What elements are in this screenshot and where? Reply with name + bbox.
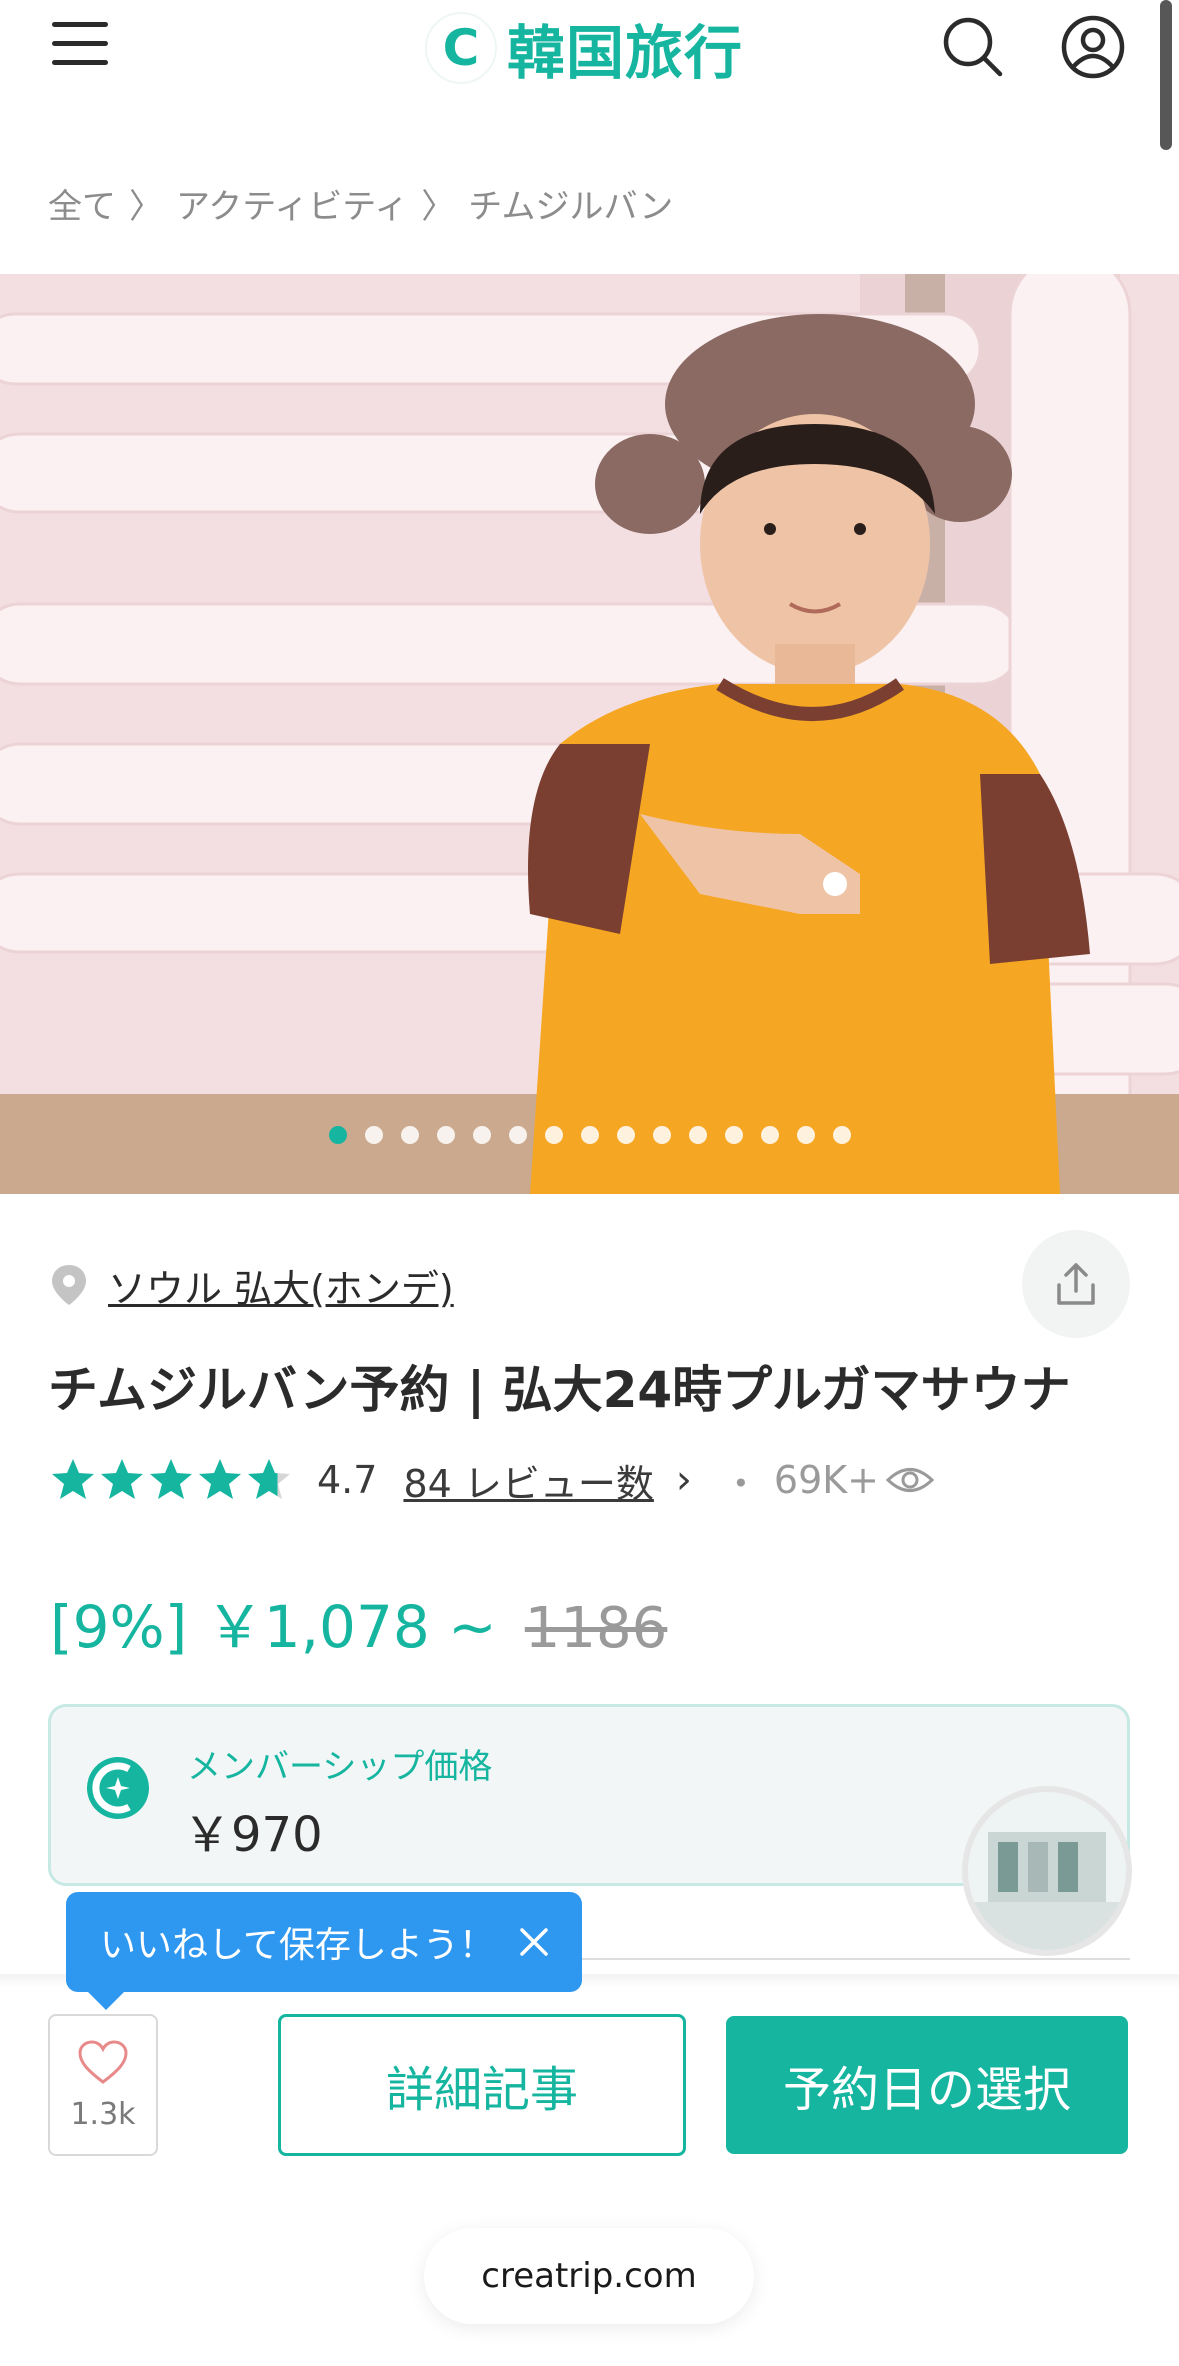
carousel-dot[interactable] — [688, 1126, 707, 1144]
product-image-carousel[interactable] — [0, 274, 1179, 1194]
location-pin-icon — [52, 1265, 86, 1305]
carousel-dot[interactable] — [400, 1126, 419, 1144]
star-icon — [150, 1459, 192, 1499]
floating-video-thumbnail[interactable] — [962, 1786, 1132, 1956]
carousel-dot[interactable] — [724, 1126, 743, 1144]
logo-mark: C — [425, 12, 497, 84]
review-count-link[interactable]: 84 レビュー数 — [403, 1453, 653, 1508]
breadcrumb-item-all[interactable]: 全て — [48, 179, 116, 228]
carousel-dot[interactable] — [364, 1126, 383, 1144]
product-title: チムジルバン予約 | 弘大24時プルガマサウナ — [48, 1361, 1071, 1419]
rating-row: 4.7 84 レビュー数 › ・ 69K+ — [50, 1448, 935, 1512]
carousel-dot[interactable] — [760, 1126, 779, 1144]
eye-icon — [885, 1468, 935, 1492]
star-rating — [50, 1457, 295, 1503]
star-icon — [101, 1459, 143, 1499]
carousel-dot[interactable] — [544, 1126, 563, 1144]
user-account-icon[interactable] — [1060, 14, 1126, 80]
share-button[interactable] — [1022, 1230, 1130, 1338]
top-header: C 韓国旅行 — [0, 0, 1179, 100]
search-icon[interactable] — [940, 14, 1006, 80]
rating-value: 4.7 — [317, 1458, 378, 1502]
product-page: C 韓国旅行 全て 〉 アクティビティ 〉 チムジルバン ソウル 弘大(ホンデ)… — [0, 0, 1179, 2366]
breadcrumb-item-jjimjilbang[interactable]: チムジルバン — [468, 179, 673, 228]
carousel-dot[interactable] — [796, 1126, 815, 1144]
view-count: ・ 69K+ — [722, 1453, 935, 1508]
breadcrumb-chevron-icon: 〉 — [129, 186, 163, 227]
location-link[interactable]: ソウル 弘大(ホンデ) — [108, 1258, 454, 1313]
detail-article-button[interactable]: 詳細記事 — [278, 2014, 686, 2156]
original-price: 1186 — [524, 1596, 668, 1661]
carousel-dot[interactable] — [832, 1126, 851, 1144]
star-icon — [199, 1459, 241, 1499]
page-scrollbar[interactable] — [1160, 0, 1172, 150]
membership-label: メンバーシップ価格 — [187, 1747, 493, 1787]
breadcrumb: 全て 〉 アクティビティ 〉 チムジルバン — [48, 175, 673, 231]
star-icon — [52, 1459, 94, 1499]
tooltip-text: いいねして保存しよう！ — [100, 1925, 495, 1966]
star-icon — [248, 1459, 290, 1499]
carousel-dot[interactable] — [580, 1126, 599, 1144]
carousel-dot[interactable] — [472, 1126, 491, 1144]
carousel-dot[interactable] — [436, 1126, 455, 1144]
membership-badge-icon — [87, 1757, 149, 1819]
chevron-right-icon[interactable]: › — [676, 1457, 692, 1503]
hero-photo — [0, 274, 1179, 1194]
carousel-dot[interactable] — [652, 1126, 671, 1144]
thumbnail-image — [968, 1792, 1126, 1950]
like-button[interactable]: 1.3k — [48, 2014, 158, 2156]
hamburger-menu-icon[interactable] — [52, 22, 108, 68]
close-icon[interactable] — [516, 1924, 552, 1960]
carousel-pagination — [0, 1126, 1179, 1146]
breadcrumb-chevron-icon: 〉 — [421, 186, 456, 227]
carousel-dot[interactable] — [328, 1126, 347, 1144]
logo-text: 韓国旅行 — [507, 19, 744, 87]
select-reservation-date-button[interactable]: 予約日の選択 — [726, 2016, 1128, 2154]
view-separator: ・ — [721, 1461, 760, 1506]
share-icon — [1057, 1263, 1095, 1305]
location-row: ソウル 弘大(ホンデ) — [48, 1255, 454, 1315]
site-logo[interactable]: C 韓国旅行 — [425, 10, 743, 87]
membership-price: ￥970 — [183, 1807, 323, 1863]
price-row: [9%] ￥1,078 ~ 1186 — [50, 1580, 668, 1661]
browser-url-pill[interactable]: creatrip.com — [424, 2228, 754, 2324]
like-count: 1.3k — [70, 2096, 136, 2132]
carousel-dot[interactable] — [508, 1126, 527, 1144]
discount-price: [9%] ￥1,078 ~ — [50, 1593, 497, 1661]
breadcrumb-item-activity[interactable]: アクティビティ — [176, 179, 408, 228]
heart-icon — [78, 2039, 128, 2084]
save-tooltip: いいねして保存しよう！ — [66, 1892, 582, 2010]
carousel-dot[interactable] — [616, 1126, 635, 1144]
view-count-value: 69K+ — [773, 1458, 880, 1502]
